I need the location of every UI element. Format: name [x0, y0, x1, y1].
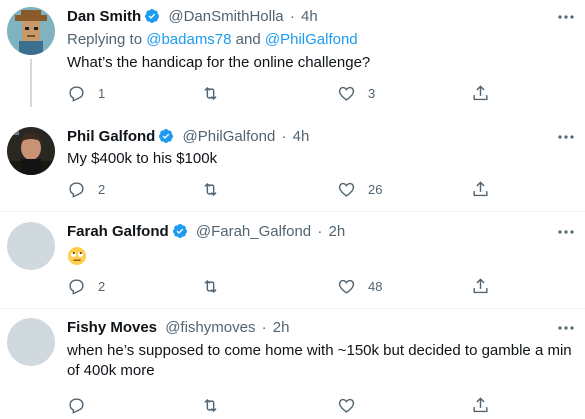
- tweet-text: [67, 246, 545, 272]
- retweet-icon: [204, 279, 217, 293]
- tweet[interactable]: Phil Galfond @PhilGalfond · 4h My $400k …: [0, 127, 585, 207]
- author-name[interactable]: Dan Smith: [67, 8, 141, 25]
- reply-count: 1: [98, 85, 106, 101]
- replying-to: Replying to @badams78 and @PhilGalfond: [67, 30, 545, 50]
- reply-button[interactable]: 1: [67, 82, 105, 104]
- thread-line: [30, 59, 32, 107]
- tweet-text: What’s the handicap for the online chall…: [67, 54, 371, 71]
- reply-button[interactable]: [67, 394, 98, 416]
- reply-button[interactable]: 2: [67, 178, 105, 200]
- share-icon: [473, 396, 488, 412]
- reply-button[interactable]: 2: [67, 275, 105, 297]
- default-avatar[interactable]: [7, 318, 55, 366]
- share-icon: [473, 84, 488, 100]
- tweet-text: My $400k to his $100k: [67, 150, 218, 167]
- like-button[interactable]: [337, 394, 368, 416]
- author-handle[interactable]: @PhilGalfond: [183, 128, 276, 145]
- share-button[interactable]: [471, 82, 490, 104]
- avatar[interactable]: [7, 7, 55, 55]
- share-button[interactable]: [471, 178, 490, 200]
- share-icon: [473, 277, 488, 293]
- more-options-icon[interactable]: [555, 224, 577, 240]
- heart-icon: [338, 279, 355, 294]
- separator: ·: [289, 8, 295, 25]
- like-count: 48: [368, 278, 383, 294]
- more-options-icon[interactable]: [555, 320, 577, 336]
- like-button[interactable]: 3: [337, 82, 375, 104]
- retweet-icon: [204, 398, 217, 412]
- timestamp[interactable]: 2h: [273, 319, 290, 336]
- tweet[interactable]: Fishy Moves @fishymoves · 2h when he’s s…: [0, 318, 585, 419]
- reply-icon: [69, 181, 84, 198]
- divider: [0, 211, 585, 212]
- timestamp[interactable]: 4h: [301, 8, 318, 25]
- retweet-icon: [204, 86, 217, 100]
- divider: [0, 308, 585, 309]
- replying-and: and: [235, 31, 261, 48]
- retweet-button[interactable]: [201, 275, 232, 297]
- default-avatar[interactable]: [7, 222, 55, 270]
- like-button[interactable]: 26: [337, 178, 382, 200]
- separator: ·: [261, 319, 267, 336]
- more-options-icon[interactable]: [555, 129, 577, 145]
- reply-count: 2: [98, 278, 106, 294]
- share-button[interactable]: [471, 275, 490, 297]
- share-button[interactable]: [471, 394, 490, 416]
- heart-icon: [338, 398, 355, 413]
- heart-icon: [338, 182, 355, 197]
- verified-badge-icon: [145, 9, 160, 23]
- timestamp[interactable]: 4h: [293, 128, 310, 145]
- avatar[interactable]: [7, 127, 55, 175]
- photo-avatar-icon: [7, 127, 55, 175]
- author-handle[interactable]: @Farah_Galfond: [196, 223, 311, 240]
- timestamp[interactable]: 2h: [329, 223, 346, 240]
- verified-badge-icon: [159, 129, 174, 143]
- retweet-button[interactable]: [201, 178, 232, 200]
- retweet-button[interactable]: [201, 82, 232, 104]
- pixel-cowboy-icon: [7, 7, 55, 55]
- heart-icon: [338, 86, 355, 101]
- like-count: 3: [368, 85, 376, 101]
- reply-icon: [69, 397, 84, 414]
- author-name[interactable]: Phil Galfond: [67, 128, 155, 145]
- retweet-icon: [204, 182, 217, 196]
- mention-link[interactable]: @badams78: [146, 31, 231, 48]
- more-options-icon[interactable]: [555, 9, 577, 25]
- author-handle[interactable]: @fishymoves: [165, 319, 255, 336]
- author-name[interactable]: Farah Galfond: [67, 223, 169, 240]
- separator: ·: [317, 223, 323, 240]
- reply-count: 2: [98, 181, 106, 197]
- reply-icon: [69, 85, 84, 102]
- tweet-text: when he’s supposed to come home with ~15…: [67, 342, 572, 379]
- verified-badge-icon: [172, 224, 187, 238]
- like-button[interactable]: 48: [337, 275, 382, 297]
- mention-link[interactable]: @PhilGalfond: [265, 31, 358, 48]
- reply-icon: [69, 278, 84, 295]
- author-handle[interactable]: @DanSmithHolla: [168, 8, 283, 25]
- replying-prefix: Replying to: [67, 31, 143, 48]
- rolling-eyes-emoji-icon: [68, 247, 86, 265]
- retweet-button[interactable]: [201, 394, 232, 416]
- tweet[interactable]: Dan Smith @DanSmithHolla · 4h Replying t…: [0, 7, 585, 107]
- tweet[interactable]: Farah Galfond @Farah_Galfond · 2h 2 48: [0, 222, 585, 302]
- separator: ·: [281, 128, 287, 145]
- author-name[interactable]: Fishy Moves: [67, 319, 157, 336]
- share-icon: [473, 180, 488, 196]
- like-count: 26: [368, 181, 383, 197]
